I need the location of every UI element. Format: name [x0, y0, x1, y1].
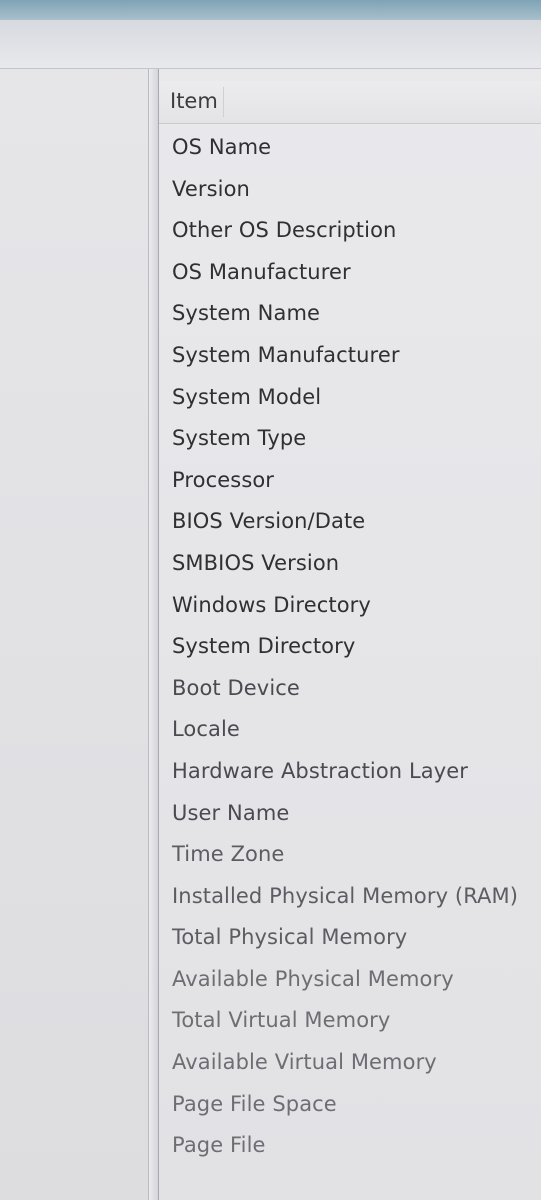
list-item-available-virtual-memory[interactable]: Available Virtual Memory: [159, 1042, 541, 1084]
list-item-label: Time Zone: [172, 842, 285, 867]
list-item-version[interactable]: Version: [159, 169, 541, 211]
list-item-page-file[interactable]: Page File: [159, 1125, 541, 1167]
list-item-label: Boot Device: [172, 675, 300, 700]
window-top-edge: [0, 0, 541, 20]
list-item-label: SMBIOS Version: [172, 550, 340, 575]
list-item-time-zone[interactable]: Time Zone: [159, 834, 541, 876]
list-item-windows-directory[interactable]: Windows Directory: [159, 585, 541, 627]
list-item-label: System Type: [172, 426, 307, 451]
list-item-os-name[interactable]: OS Name: [159, 127, 541, 169]
list-item-page-file-space[interactable]: Page File Space: [159, 1084, 541, 1126]
list-item-label: Available Virtual Memory: [172, 1050, 437, 1075]
list-item-system-name[interactable]: System Name: [159, 293, 541, 335]
list-item-system-manufacturer[interactable]: System Manufacturer: [159, 335, 541, 377]
category-tree-pane[interactable]: [0, 69, 149, 1200]
list-item-label: Hardware Abstraction Layer: [172, 758, 469, 783]
details-list-pane: Item OS Name Version Other OS Descriptio…: [159, 69, 541, 1200]
toolbar-strip: [0, 20, 541, 69]
list-item-processor[interactable]: Processor: [159, 460, 541, 502]
list-item-label: System Manufacturer: [172, 342, 400, 367]
list-item-label: Locale: [172, 717, 240, 742]
list-item-user-name[interactable]: User Name: [159, 793, 541, 835]
item-column-header-label: Item: [170, 89, 218, 113]
list-item-system-type[interactable]: System Type: [159, 418, 541, 460]
list-item-os-manufacturer[interactable]: OS Manufacturer: [159, 252, 541, 294]
list-item-label: Processor: [172, 467, 275, 492]
list-item-total-physical-memory[interactable]: Total Physical Memory: [159, 917, 541, 959]
list-item-label: System Model: [172, 384, 322, 409]
list-item-other-os-description[interactable]: Other OS Description: [159, 210, 541, 252]
list-item-system-model[interactable]: System Model: [159, 377, 541, 419]
list-item-installed-physical-memory[interactable]: Installed Physical Memory (RAM): [159, 876, 541, 918]
list-item-system-directory[interactable]: System Directory: [159, 626, 541, 668]
details-list: OS Name Version Other OS Description OS …: [159, 127, 541, 1167]
list-item-smbios-version[interactable]: SMBIOS Version: [159, 543, 541, 585]
column-header-divider[interactable]: [223, 87, 224, 117]
list-item-label: System Name: [172, 301, 321, 326]
system-information-window: Item OS Name Version Other OS Descriptio…: [0, 0, 541, 1200]
list-item-label: Other OS Description: [172, 218, 397, 243]
list-item-label: Installed Physical Memory (RAM): [172, 883, 519, 908]
item-column-header[interactable]: Item: [159, 81, 541, 124]
list-item-locale[interactable]: Locale: [159, 709, 541, 751]
list-item-label: Page File Space: [172, 1091, 337, 1116]
list-item-label: OS Manufacturer: [172, 259, 351, 284]
list-item-label: Version: [172, 176, 250, 201]
list-item-bios-version-date[interactable]: BIOS Version/Date: [159, 501, 541, 543]
list-item-boot-device[interactable]: Boot Device: [159, 668, 541, 710]
list-item-label: BIOS Version/Date: [172, 509, 366, 534]
list-item-label: Total Virtual Memory: [172, 1008, 391, 1033]
list-item-label: Available Physical Memory: [172, 966, 454, 991]
pane-splitter[interactable]: [149, 69, 159, 1200]
list-item-hardware-abstraction-layer[interactable]: Hardware Abstraction Layer: [159, 751, 541, 793]
list-item-label: Page File: [172, 1133, 266, 1158]
list-item-label: Total Physical Memory: [172, 925, 408, 950]
list-item-label: User Name: [172, 800, 290, 825]
list-item-label: OS Name: [172, 135, 272, 159]
list-item-label: Windows Directory: [172, 592, 371, 617]
list-item-total-virtual-memory[interactable]: Total Virtual Memory: [159, 1000, 541, 1042]
list-item-label: System Directory: [172, 634, 356, 659]
list-item-available-physical-memory[interactable]: Available Physical Memory: [159, 959, 541, 1001]
